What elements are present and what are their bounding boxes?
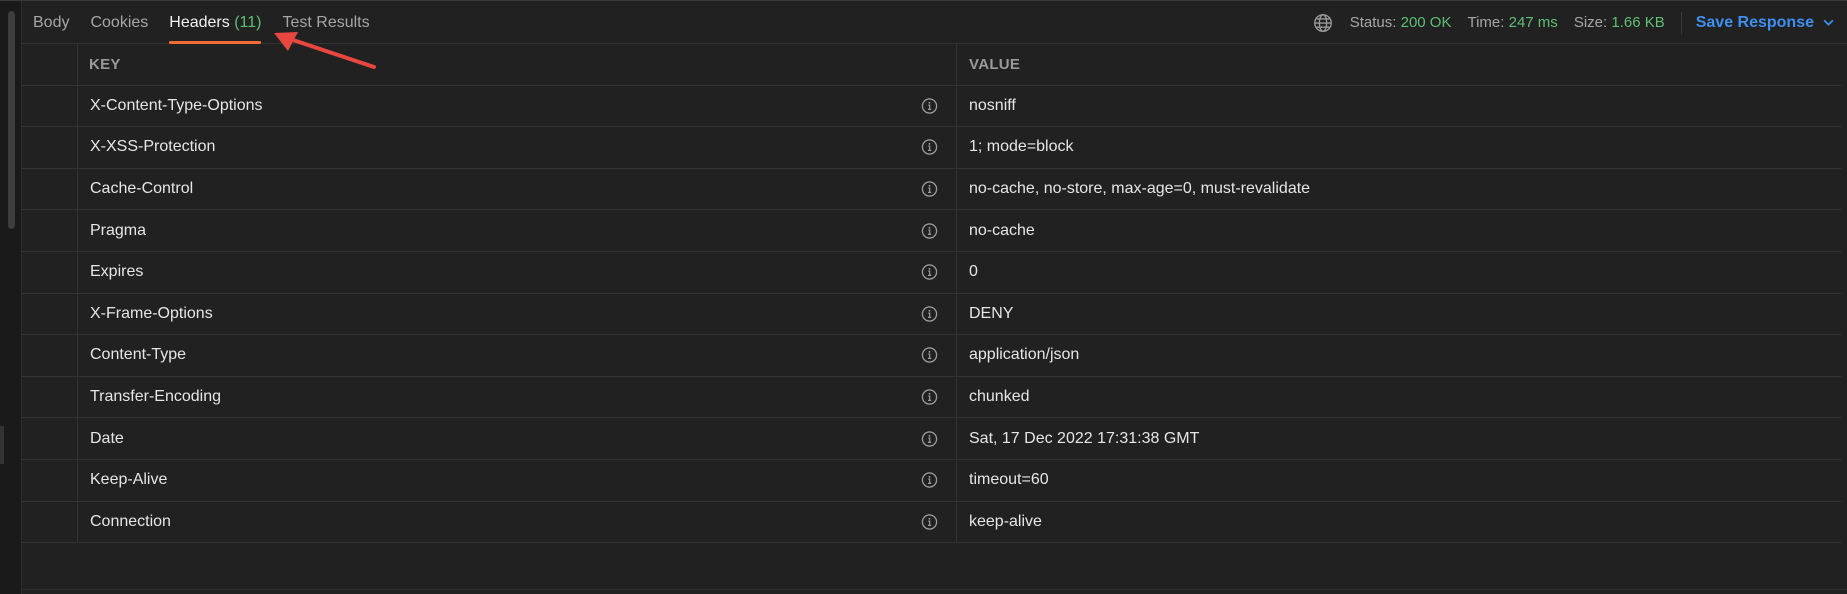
row-handle (21, 168, 78, 210)
tab-label: Headers (169, 14, 230, 31)
header-value-cell[interactable]: timeout=60 (957, 460, 1841, 501)
tab-label: Cookies (90, 14, 149, 31)
headers-table: KEY VALUE X-Content-Type-Options nosniff X… (21, 44, 1841, 544)
table-row[interactable]: Transfer-Encoding chunked (21, 376, 1841, 419)
info-icon[interactable] (921, 97, 938, 114)
column-header-key: KEY (78, 44, 957, 85)
header-value-cell[interactable]: Sat, 17 Dec 2022 17:31:38 GMT (957, 418, 1841, 459)
tab-label: Body (33, 14, 70, 31)
response-panel: Body Cookies Headers (11) Test Results S… (0, 0, 1847, 594)
info-icon[interactable] (921, 305, 938, 322)
header-key-cell[interactable]: Keep-Alive (78, 459, 957, 501)
header-key-text: Pragma (90, 221, 147, 239)
row-handle (21, 418, 78, 459)
header-value-cell[interactable]: chunked (957, 377, 1841, 418)
table-row[interactable]: Connection keep-alive (21, 501, 1841, 544)
table-row[interactable]: X-Frame-Options DENY (21, 293, 1841, 336)
row-handle (21, 251, 78, 293)
table-row[interactable]: Cache-Control no-cache, no-store, max-age… (21, 168, 1841, 211)
size-readout[interactable]: Size: 1.66 KB (1574, 14, 1665, 31)
header-key-text: Date (90, 429, 124, 447)
header-key-cell[interactable]: Date (78, 418, 957, 459)
save-response-button[interactable]: Save Response (1696, 14, 1835, 32)
header-value-cell[interactable]: 1; mode=block (957, 127, 1841, 168)
tab-body[interactable]: Body (33, 1, 69, 44)
table-row[interactable]: Content-Type application/json (21, 335, 1841, 377)
header-value-cell[interactable]: application/json (957, 335, 1841, 376)
header-key-text: X-Frame-Options (90, 304, 213, 322)
tab-headers[interactable]: Headers (11) (169, 1, 262, 44)
header-value-cell[interactable]: no-cache (957, 210, 1841, 251)
header-value-cell[interactable]: 0 (957, 252, 1841, 293)
info-icon[interactable] (921, 472, 938, 489)
row-handle (21, 85, 78, 127)
row-handle (21, 335, 78, 376)
header-key-text: X-XSS-Protection (90, 138, 216, 156)
size-label: Size: (1573, 14, 1608, 31)
info-icon[interactable] (921, 139, 938, 156)
resize-handle[interactable] (0, 426, 4, 464)
size-value: 1.66 KB (1611, 14, 1665, 31)
status-label: Status: (1349, 14, 1397, 31)
header-key-cell[interactable]: Cache-Control (78, 168, 957, 210)
header-key-cell[interactable]: X-Frame-Options (78, 293, 957, 335)
header-key-text: Connection (90, 512, 171, 530)
response-meta: Status: 200 OK Time: 247 ms Size: 1.66 K… (1312, 1, 1835, 44)
header-key-text: Keep-Alive (90, 471, 168, 489)
table-row[interactable]: Keep-Alive timeout=60 (21, 459, 1841, 502)
chevron-down-icon[interactable] (1822, 16, 1835, 29)
tab-cookies[interactable]: Cookies (90, 1, 148, 44)
header-key-cell[interactable]: Transfer-Encoding (78, 376, 957, 418)
save-response-label: Save Response (1695, 13, 1814, 31)
info-icon[interactable] (921, 347, 938, 364)
header-key-cell[interactable]: Connection (78, 501, 957, 543)
tab-count-badge: (11) (234, 14, 262, 31)
info-icon[interactable] (921, 264, 938, 281)
row-handle (21, 127, 78, 168)
table-footer-divider (21, 589, 1847, 590)
info-icon[interactable] (921, 513, 938, 530)
header-value-cell[interactable]: no-cache, no-store, max-age=0, must-reva… (957, 169, 1841, 210)
header-value-cell[interactable]: nosniff (957, 86, 1841, 127)
globe-icon[interactable] (1312, 12, 1334, 34)
row-handle (21, 501, 78, 543)
time-value: 247 ms (1508, 14, 1558, 31)
header-key-cell[interactable]: Expires (78, 251, 957, 293)
info-icon[interactable] (921, 181, 938, 198)
time-label: Time: (1467, 14, 1505, 31)
toolbar-divider (1680, 11, 1682, 34)
header-key-cell[interactable]: Content-Type (78, 335, 957, 376)
row-handle (21, 210, 78, 251)
header-value-cell[interactable]: DENY (957, 294, 1841, 335)
header-key-cell[interactable]: X-Content-Type-Options (78, 85, 957, 127)
row-handle (21, 376, 78, 418)
header-value-cell[interactable]: keep-alive (957, 502, 1841, 543)
header-key-text: Expires (90, 263, 144, 281)
table-row[interactable]: Expires 0 (21, 251, 1841, 294)
scrollbar-thumb[interactable] (8, 11, 15, 229)
row-handle (21, 459, 78, 501)
time-readout[interactable]: Time: 247 ms (1467, 14, 1557, 31)
drag-handle-column (21, 44, 78, 85)
status-value: 200 OK (1400, 14, 1452, 31)
header-key-cell[interactable]: Pragma (78, 210, 957, 251)
info-icon[interactable] (921, 430, 938, 447)
column-header-value: VALUE (969, 55, 1021, 73)
header-key-text: Content-Type (90, 346, 187, 364)
row-handle (21, 293, 78, 335)
header-key-text: X-Content-Type-Options (90, 96, 263, 114)
table-row[interactable]: Pragma no-cache (21, 210, 1841, 252)
table-header-row: KEY VALUE (21, 44, 1841, 86)
left-scrollbar[interactable] (0, 1, 22, 594)
info-icon[interactable] (921, 222, 938, 239)
table-row[interactable]: X-Content-Type-Options nosniff (21, 85, 1841, 128)
header-key-cell[interactable]: X-XSS-Protection (78, 127, 957, 168)
header-key-text: Cache-Control (90, 180, 194, 198)
info-icon[interactable] (921, 389, 938, 406)
header-key-text: Transfer-Encoding (90, 388, 222, 406)
status-readout[interactable]: Status: 200 OK (1350, 14, 1452, 31)
table-row[interactable]: X-XSS-Protection 1; mode=block (21, 127, 1841, 169)
table-row[interactable]: Date Sat, 17 Dec 2022 17:31:38 GMT (21, 418, 1841, 460)
